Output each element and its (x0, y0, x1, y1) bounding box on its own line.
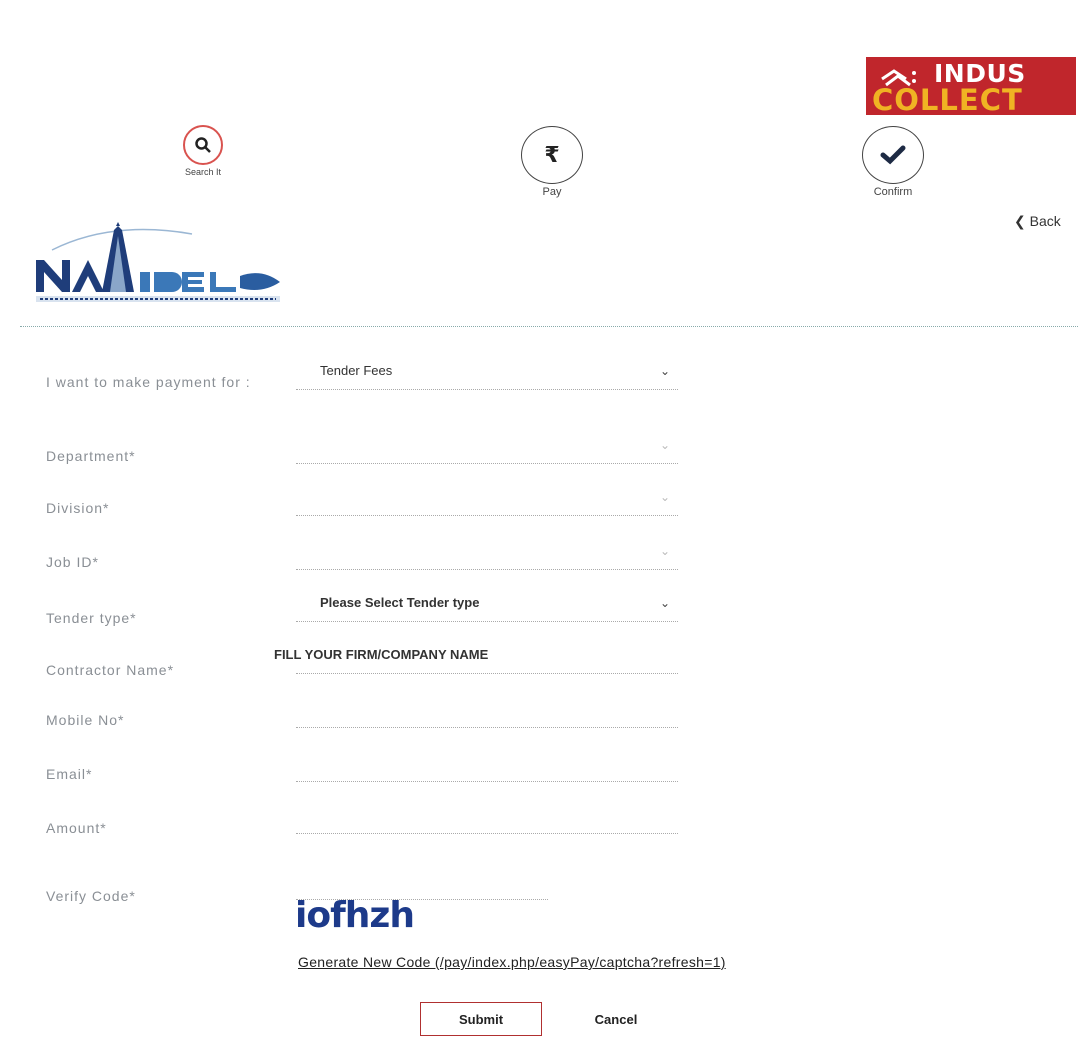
rupee-icon: ₹ (544, 142, 560, 168)
contractor-name-label: Contractor Name* (46, 662, 175, 678)
step-pay: ₹ Pay (512, 126, 592, 198)
chevron-down-icon: ⌄ (659, 544, 670, 558)
tender-type-label: Tender type* (46, 610, 137, 626)
payment-for-select[interactable]: Tender Fees ⌄ (296, 358, 678, 390)
step-pay-circle: ₹ (521, 126, 583, 184)
section-divider (20, 326, 1078, 327)
job-id-label: Job ID* (46, 554, 99, 570)
email-label: Email* (46, 766, 93, 782)
check-icon (880, 145, 906, 165)
search-icon (195, 137, 211, 153)
step-pay-label: Pay (542, 186, 562, 198)
organization-logo (36, 222, 280, 302)
back-link[interactable]: ❮ Back (1014, 213, 1061, 230)
payment-for-value: Tender Fees (320, 363, 393, 378)
contractor-name-input[interactable]: FILL YOUR FIRM/COMPANY NAME (274, 642, 678, 674)
chevron-down-icon: ⌄ (659, 490, 670, 504)
division-label: Division* (46, 500, 110, 516)
tender-type-select[interactable]: Please Select Tender type ⌄ (296, 590, 678, 622)
tender-type-value: Please Select Tender type (320, 595, 480, 610)
step-search-circle (183, 125, 223, 165)
cancel-button[interactable]: Cancel (576, 1002, 656, 1036)
chevron-down-icon: ⌄ (659, 364, 670, 378)
step-confirm-circle (862, 126, 924, 184)
department-label: Department* (46, 448, 136, 464)
division-select[interactable]: ⌄ (296, 484, 678, 516)
indus-collect-logo: INDUS COLLECT (866, 57, 1076, 117)
step-confirm: Confirm (853, 126, 933, 198)
brand-name-line2: COLLECT (872, 83, 1023, 117)
amount-label: Amount* (46, 820, 107, 836)
contractor-name-value: FILL YOUR FIRM/COMPANY NAME (274, 647, 489, 662)
job-id-select[interactable]: ⌄ (296, 538, 678, 570)
step-search-label: Search It (184, 167, 222, 177)
email-input[interactable] (296, 750, 678, 782)
department-select[interactable]: ⌄ (296, 432, 678, 464)
verify-code-label: Verify Code* (46, 888, 136, 904)
payment-for-label: I want to make payment for : (46, 374, 251, 390)
chevron-down-icon: ⌄ (659, 596, 670, 610)
mobile-input[interactable] (296, 696, 678, 728)
step-confirm-label: Confirm (873, 186, 913, 198)
generate-new-code-link[interactable]: Generate New Code (/pay/index.php/easyPa… (298, 954, 726, 970)
amount-input[interactable] (296, 802, 678, 834)
step-search-it: Search It (168, 125, 238, 177)
chevron-down-icon: ⌄ (659, 438, 670, 452)
mobile-label: Mobile No* (46, 712, 125, 728)
captcha-image: iofhzh (295, 895, 415, 936)
submit-button[interactable]: Submit (420, 1002, 542, 1036)
